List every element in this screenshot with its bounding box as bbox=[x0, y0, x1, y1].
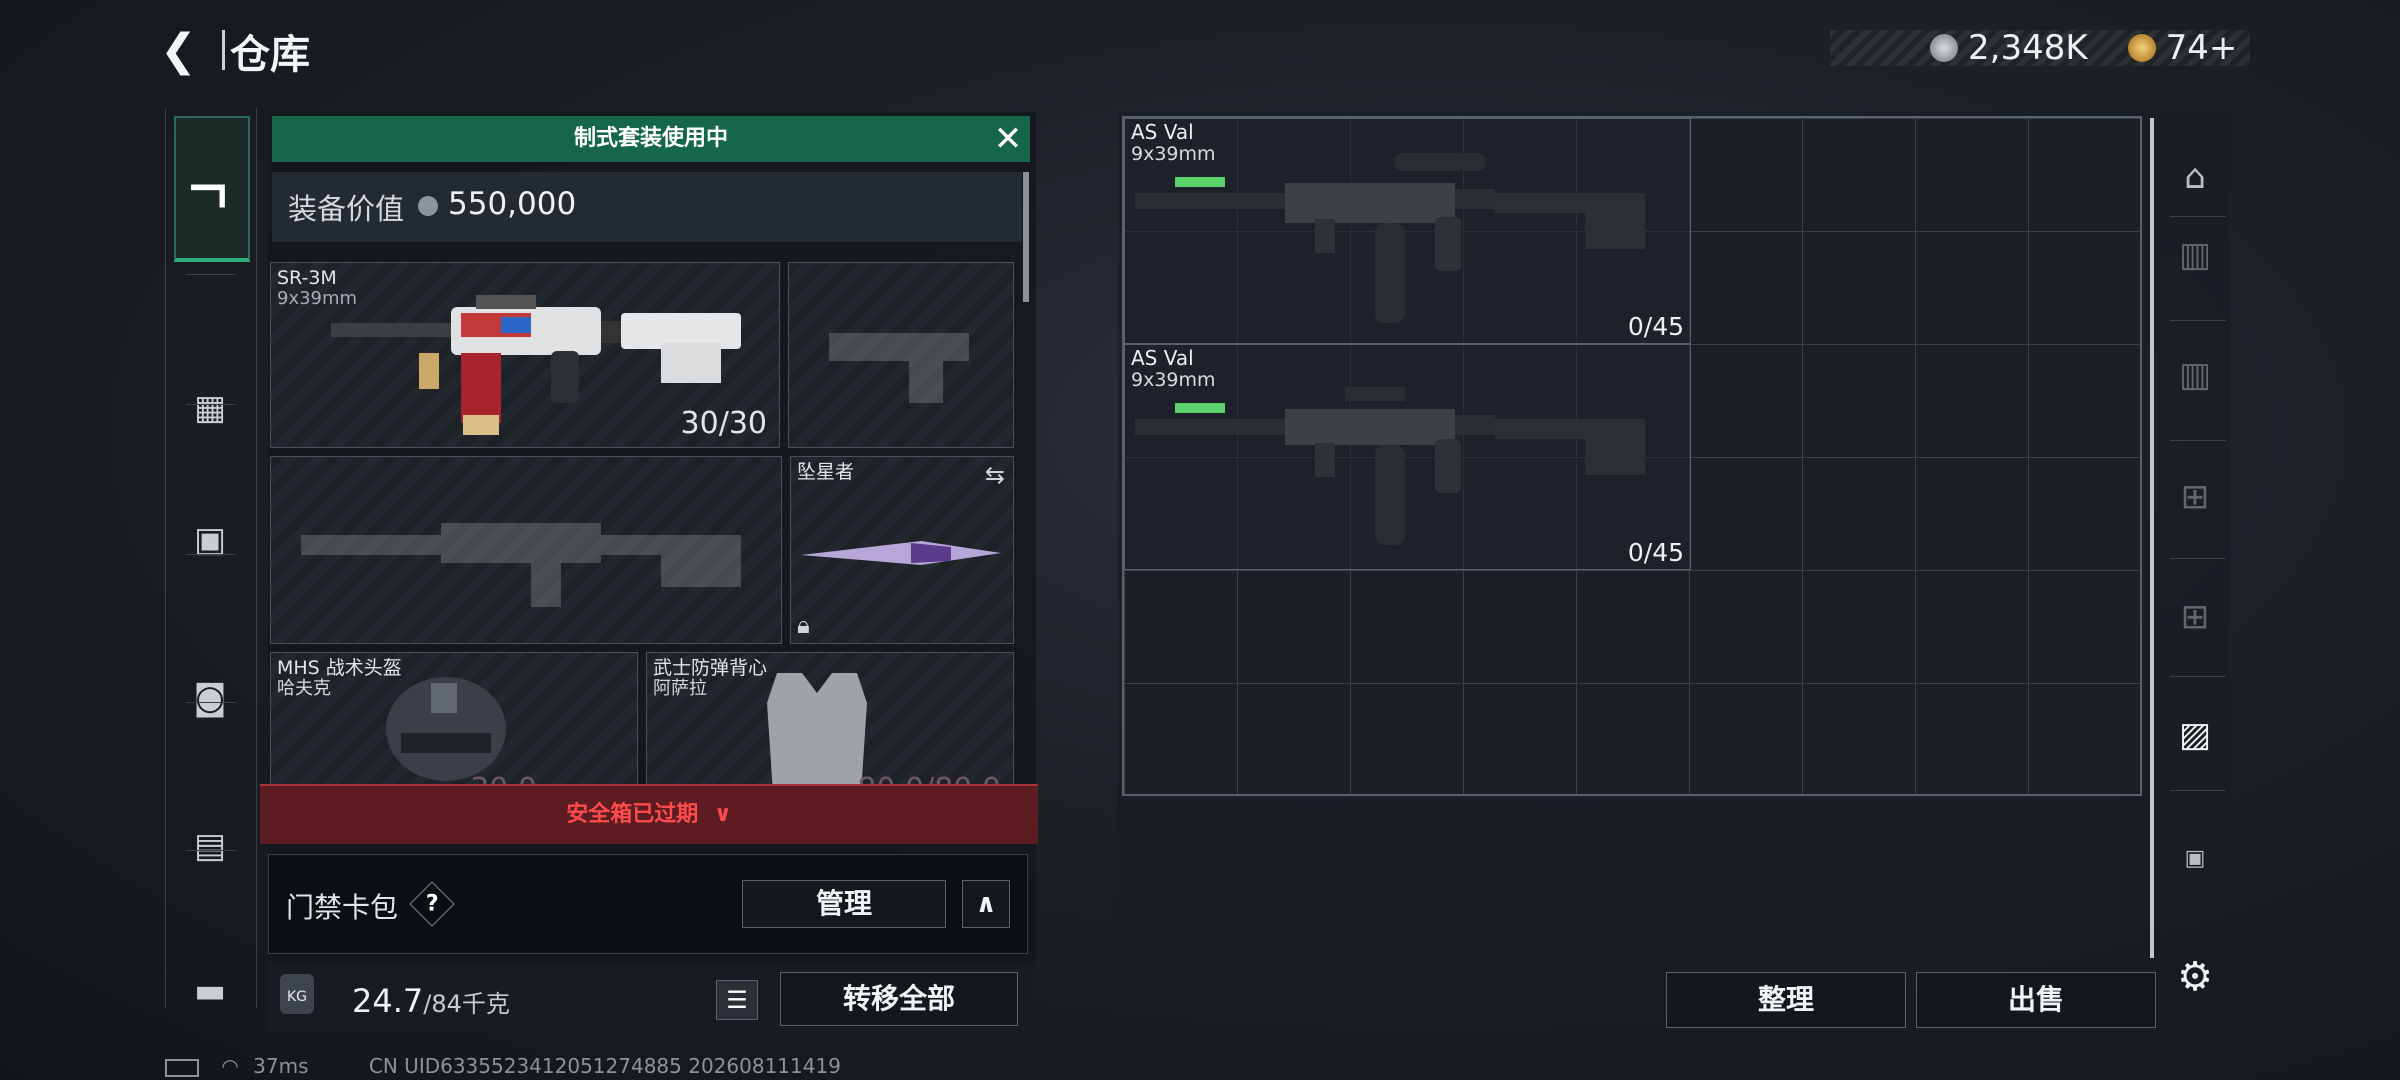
as-val-rifle-image bbox=[1135, 153, 1645, 323]
transfer-all-button[interactable]: 转移全部 bbox=[780, 972, 1018, 1026]
secondary-weapon-slot[interactable] bbox=[270, 456, 782, 644]
uid-text: CN UID6335523412051274885 202608111419 bbox=[368, 1054, 841, 1078]
nav-backpack-tab[interactable]: ▣ bbox=[174, 460, 246, 620]
nav-toolbox-tab[interactable]: ▬ bbox=[174, 926, 246, 1056]
melee-slot[interactable]: 坠星者 ⇆ 🔒︎ bbox=[790, 456, 1014, 644]
item-ammo: 0/45 bbox=[1627, 312, 1684, 341]
pistol-placeholder-icon bbox=[829, 333, 969, 403]
settings-gear-icon: ⚙ bbox=[2177, 954, 2213, 1000]
chevron-down-icon: ∨ bbox=[713, 802, 732, 827]
close-banner-button[interactable]: ✕ bbox=[985, 116, 1031, 162]
safebox-expired-bar[interactable]: 安全箱已过期 ∨ bbox=[260, 784, 1038, 844]
storage-tier4-icon-2: ▥ bbox=[2178, 355, 2212, 395]
lock-icon: 🔒︎ bbox=[797, 611, 810, 639]
storage-home-icon: ⌂ bbox=[2184, 157, 2206, 197]
case-icon: ▤ bbox=[193, 826, 227, 866]
title-divider bbox=[222, 30, 225, 70]
storage-page-tab[interactable]: ⊞ bbox=[2168, 470, 2222, 524]
primary-weapon-ammo: 30/30 bbox=[680, 406, 767, 441]
storage-page-tab[interactable]: ▥ bbox=[2168, 228, 2222, 282]
nav-case-tab[interactable]: ▤ bbox=[174, 776, 246, 916]
helmet-image bbox=[386, 677, 506, 781]
wifi-icon: ◠ bbox=[221, 1054, 239, 1078]
currency-bar: 2,348K 74+ bbox=[1830, 28, 2250, 68]
loadout-value: 550,000 bbox=[448, 186, 577, 222]
nav-bag-tab[interactable]: ◙ bbox=[174, 628, 246, 768]
storage-item[interactable]: AS Val 9x39mm 0/45 bbox=[1124, 118, 1691, 344]
status-bar: ◠ 37ms CN UID6335523412051274885 2026081… bbox=[165, 1054, 841, 1078]
nav-armor-tab[interactable]: ▦ bbox=[174, 378, 246, 438]
silver-currency-value: 2,348K bbox=[1968, 28, 2088, 68]
page-title: 仓库 bbox=[230, 32, 310, 78]
chevron-up-icon: ∧ bbox=[975, 889, 997, 919]
storage-page-tab[interactable]: ▥ bbox=[2168, 348, 2222, 402]
vest-slot[interactable]: 武士防弹背心 阿萨拉 80.0/80.0 bbox=[646, 652, 1014, 804]
storage-tier3-icon: ▨ bbox=[2178, 715, 2212, 755]
loadout-value-label: 装备价值 bbox=[288, 192, 405, 226]
melee-knife-image bbox=[801, 541, 1001, 565]
gold-coin-icon bbox=[2127, 34, 2156, 62]
back-button[interactable]: ❮ bbox=[160, 28, 210, 74]
battery-icon bbox=[165, 1058, 199, 1077]
storage-grid: AS Val 9x39mm 0/45 AS Val 9x39mm 0/45 bbox=[1122, 116, 2142, 796]
storage-tier4-add-icon-2: ⊞ bbox=[2180, 597, 2210, 637]
manage-button[interactable]: 管理 bbox=[742, 880, 946, 928]
left-category-nav: ━┓ ▦ ▣ ◙ ▤ ▬ bbox=[165, 108, 257, 1011]
weight-icon: KG bbox=[280, 974, 314, 1014]
sort-button[interactable]: 整理 bbox=[1666, 972, 1906, 1028]
safebox-expired-text: 安全箱已过期 bbox=[566, 802, 699, 827]
helmet-brand: 哈夫克 bbox=[277, 678, 331, 699]
list-icon: ☰ bbox=[726, 986, 748, 1014]
primary-weapon-slot[interactable]: SR-3M 9x39mm 30/30 bbox=[270, 262, 780, 448]
settings-button[interactable]: ⚙ bbox=[2168, 950, 2222, 1004]
loadout-banner: 制式套装使用中 bbox=[272, 116, 1030, 162]
lock-icon: ▣ bbox=[2184, 846, 2206, 871]
storage-page-tab[interactable]: ⊞ bbox=[2168, 590, 2222, 644]
helmet-slot[interactable]: MHS 战术头盔 哈夫克 30.0 bbox=[270, 652, 638, 804]
card-bag-label: 门禁卡包 bbox=[286, 891, 399, 924]
as-val-rifle-image bbox=[1135, 387, 1645, 545]
vest-name: 武士防弹背心 bbox=[653, 657, 768, 679]
rifle-placeholder-icon bbox=[301, 523, 741, 607]
melee-weapon-name: 坠星者 bbox=[797, 461, 855, 483]
silver-coin-icon bbox=[418, 196, 438, 216]
storage-tier4-icon: ▥ bbox=[2178, 235, 2212, 275]
weight-max: /84千克 bbox=[423, 990, 510, 1018]
sell-button[interactable]: 出售 bbox=[1916, 972, 2156, 1028]
storage-item[interactable]: AS Val 9x39mm 0/45 bbox=[1124, 344, 1691, 570]
list-view-button[interactable]: ☰ bbox=[716, 980, 758, 1020]
weight-value: 24.7/84千克 bbox=[352, 982, 510, 1020]
pistol-icon: ━┓ bbox=[191, 168, 233, 208]
collapse-button[interactable]: ∧ bbox=[962, 880, 1010, 928]
weight-current: 24.7 bbox=[352, 982, 424, 1020]
pistol-slot[interactable] bbox=[788, 262, 1014, 448]
toolbox-icon: ▬ bbox=[193, 971, 227, 1011]
bag-icon: ◙ bbox=[193, 678, 227, 718]
armor-vest-icon: ▦ bbox=[193, 388, 227, 428]
storage-tier4-add-icon: ⊞ bbox=[2180, 477, 2210, 517]
loadout-scrollbar[interactable] bbox=[1023, 172, 1029, 302]
ping-value: 37ms bbox=[253, 1054, 309, 1078]
locked-storage-tab[interactable]: ▣ bbox=[2168, 832, 2222, 886]
close-icon: ✕ bbox=[993, 119, 1023, 159]
silver-coin-icon bbox=[1930, 34, 1958, 62]
nav-weapons-tab[interactable]: ━┓ bbox=[174, 116, 250, 262]
storage-page-tab-active[interactable]: ▨ bbox=[2168, 708, 2222, 762]
swap-icon[interactable]: ⇆ bbox=[985, 461, 1005, 489]
gold-currency-value: 74+ bbox=[2165, 28, 2238, 68]
vest-brand: 阿萨拉 bbox=[653, 678, 707, 699]
storage-scrollbar[interactable] bbox=[2150, 118, 2154, 958]
item-ammo: 0/45 bbox=[1627, 538, 1684, 567]
storage-home-tab[interactable]: ⌂ bbox=[2168, 150, 2222, 204]
